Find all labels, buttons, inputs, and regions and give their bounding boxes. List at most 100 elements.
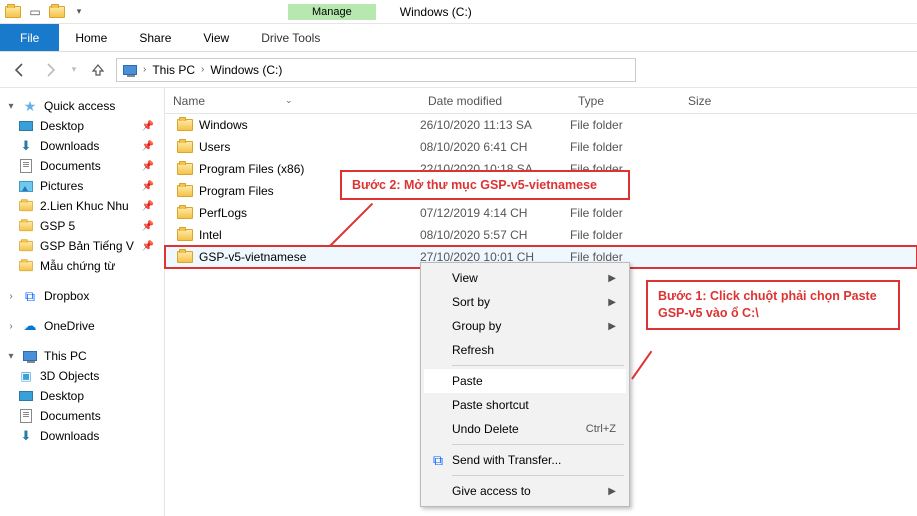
document-icon: [18, 158, 34, 174]
forward-arrow-icon[interactable]: [38, 58, 62, 82]
sidebar-item-3dobjects[interactable]: ▣3D Objects: [0, 366, 164, 386]
quick-access-toolbar: ▭ ▾: [0, 3, 92, 21]
sidebar-item-label: 3D Objects: [40, 369, 99, 383]
document-icon: [18, 408, 34, 424]
chevron-right-icon[interactable]: ›: [143, 64, 146, 75]
sidebar-thispc[interactable]: ▾This PC: [0, 346, 164, 366]
file-name: Windows: [199, 118, 248, 132]
ribbon-tabs: File Home Share View Drive Tools: [0, 24, 917, 52]
sidebar-item-pictures[interactable]: Pictures📌: [0, 176, 164, 196]
cloud-icon: ☁: [22, 318, 38, 334]
breadcrumb-thispc[interactable]: This PC: [150, 63, 197, 77]
menu-groupby[interactable]: Group by▶: [424, 314, 626, 338]
sidebar-item-downloads[interactable]: ⬇Downloads: [0, 426, 164, 446]
table-row[interactable]: Intel08/10/2020 5:57 CHFile folder: [165, 224, 917, 246]
pin-icon: 📌: [142, 221, 154, 232]
title-bar: ▭ ▾ Manage Windows (C:): [0, 0, 917, 24]
table-row[interactable]: PerfLogs07/12/2019 4:14 CHFile folder: [165, 202, 917, 224]
menu-send-transfer[interactable]: ⧉Send with Transfer...: [424, 448, 626, 472]
menu-give-access[interactable]: Give access to ▶: [424, 479, 626, 503]
breadcrumb-drive[interactable]: Windows (C:): [208, 63, 284, 77]
sidebar-item-documents[interactable]: Documents📌: [0, 156, 164, 176]
submenu-arrow-icon: ▶: [608, 486, 616, 497]
recent-dropdown-icon[interactable]: ▾: [68, 58, 80, 82]
folder-icon: [18, 238, 34, 254]
sidebar-item-desktop[interactable]: Desktop📌: [0, 116, 164, 136]
file-name: Intel: [199, 228, 222, 242]
sidebar-item-desktop[interactable]: Desktop: [0, 386, 164, 406]
sidebar-onedrive[interactable]: › ☁ OneDrive: [0, 316, 164, 336]
qat-dropdown-icon[interactable]: ▾: [70, 3, 88, 21]
menu-label: Paste shortcut: [452, 398, 529, 412]
file-type: File folder: [570, 206, 680, 220]
sidebar-item-label: GSP 5: [40, 219, 75, 233]
file-name: Program Files: [199, 184, 274, 198]
menu-label: Give access to: [452, 484, 531, 498]
file-date: 08/10/2020 5:57 CH: [420, 228, 570, 242]
menu-shortcut: Ctrl+Z: [586, 423, 616, 435]
chevron-down-icon[interactable]: ▾: [6, 351, 16, 362]
menu-refresh[interactable]: Refresh: [424, 338, 626, 362]
table-row[interactable]: Windows26/10/2020 11:13 SAFile folder: [165, 114, 917, 136]
sidebar-item-folder[interactable]: 2.Lien Khuc Nhu📌: [0, 196, 164, 216]
column-name[interactable]: Name⌄: [165, 94, 420, 108]
sidebar-dropbox[interactable]: ›⧉Dropbox: [0, 286, 164, 306]
chevron-right-icon[interactable]: ›: [6, 291, 16, 302]
menu-paste[interactable]: Paste: [424, 369, 626, 393]
folder-icon: [177, 163, 193, 175]
back-arrow-icon[interactable]: [8, 58, 32, 82]
folder-icon: [18, 218, 34, 234]
menu-paste-shortcut[interactable]: Paste shortcut: [424, 393, 626, 417]
folder-icon: [4, 3, 22, 21]
sidebar-item-label: Documents: [40, 159, 101, 173]
menu-sortby[interactable]: Sort by▶: [424, 290, 626, 314]
sidebar-item-documents[interactable]: Documents: [0, 406, 164, 426]
sidebar-item-folder[interactable]: GSP 5 📌: [0, 216, 164, 236]
new-folder-icon[interactable]: [48, 3, 66, 21]
menu-undo-delete[interactable]: Undo DeleteCtrl+Z: [424, 417, 626, 441]
home-tab[interactable]: Home: [59, 24, 123, 51]
manage-contextual-tab[interactable]: Manage: [288, 4, 376, 20]
address-bar[interactable]: › This PC › Windows (C:): [116, 58, 636, 82]
pin-icon: 📌: [142, 141, 154, 152]
folder-icon: [177, 119, 193, 131]
chevron-right-icon[interactable]: ›: [6, 321, 16, 332]
star-icon: ★: [22, 98, 38, 114]
menu-label: View: [452, 271, 478, 285]
sidebar-item-label: GSP Bản Tiếng V: [40, 239, 134, 253]
folder-icon: [18, 258, 34, 274]
column-headers: Name⌄ Date modified Type Size: [165, 88, 917, 114]
drive-tools-tab[interactable]: Drive Tools: [245, 24, 336, 51]
file-tab[interactable]: File: [0, 24, 59, 51]
desktop-icon: [18, 388, 34, 404]
menu-label: Refresh: [452, 343, 494, 357]
sidebar-item-folder[interactable]: GSP Bản Tiếng V📌: [0, 236, 164, 256]
chevron-down-icon[interactable]: ▾: [6, 101, 16, 112]
column-type[interactable]: Type: [570, 94, 680, 108]
submenu-arrow-icon: ▶: [608, 297, 616, 308]
sidebar-item-downloads[interactable]: ⬇Downloads📌: [0, 136, 164, 156]
download-icon: ⬇: [18, 138, 34, 154]
menu-view[interactable]: View ▶: [424, 266, 626, 290]
column-label: Name: [173, 94, 205, 108]
file-date: 26/10/2020 11:13 SA: [420, 118, 570, 132]
column-date[interactable]: Date modified: [420, 94, 570, 108]
share-tab[interactable]: Share: [123, 24, 187, 51]
file-name: GSP-v5-vietnamese: [199, 250, 306, 264]
table-row[interactable]: Users08/10/2020 6:41 CHFile folder: [165, 136, 917, 158]
file-type: File folder: [570, 140, 680, 154]
sidebar-item-folder[interactable]: Mẫu chứng từ: [0, 256, 164, 276]
annotation-step1: Bước 1: Click chuột phải chọn Paste GSP-…: [646, 280, 900, 330]
column-size[interactable]: Size: [680, 94, 760, 108]
menu-separator: [452, 365, 624, 366]
sidebar-label: OneDrive: [44, 319, 95, 333]
sidebar-item-label: Desktop: [40, 389, 84, 403]
up-arrow-icon[interactable]: [86, 58, 110, 82]
window-title: Windows (C:): [400, 5, 472, 19]
properties-icon[interactable]: ▭: [26, 3, 44, 21]
chevron-right-icon[interactable]: ›: [201, 64, 204, 75]
submenu-arrow-icon: ▶: [608, 273, 616, 284]
view-tab[interactable]: View: [187, 24, 245, 51]
sidebar-quick-access[interactable]: ▾ ★ Quick access: [0, 96, 164, 116]
navigation-bar: ▾ › This PC › Windows (C:): [0, 52, 917, 88]
